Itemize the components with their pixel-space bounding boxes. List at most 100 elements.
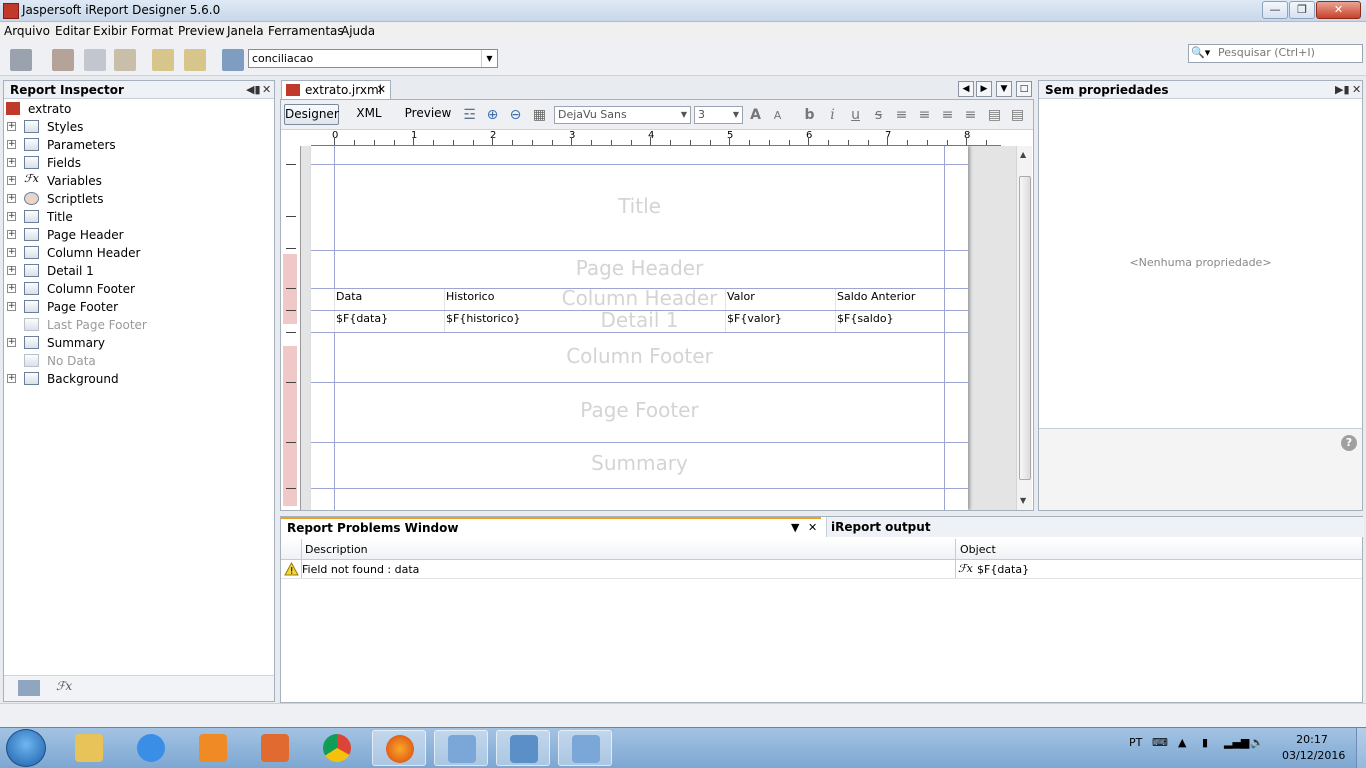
search-input[interactable]: 🔍▾ Pesquisar (Ctrl+I) xyxy=(1188,44,1363,63)
help-icon[interactable]: ? xyxy=(1341,435,1357,451)
save-all-icon[interactable] xyxy=(10,49,32,71)
expand-icon[interactable]: + xyxy=(7,338,16,347)
battery-icon[interactable]: ▮ xyxy=(1202,736,1208,749)
keyboard-icon[interactable]: ⌨ xyxy=(1152,736,1168,749)
editor-vertical-scrollbar[interactable]: ▲ ▼ xyxy=(1016,146,1032,510)
detail-field-historico[interactable]: $F{historico} xyxy=(444,311,725,332)
scroll-right-icon[interactable]: ▶ xyxy=(976,81,992,97)
column-header-data[interactable]: Data xyxy=(334,289,444,310)
align-right-icon[interactable]: ≡ xyxy=(962,107,979,124)
strikethrough-icon[interactable]: s xyxy=(870,107,887,124)
column-header-saldo[interactable]: Saldo Anterior xyxy=(835,289,944,310)
tree-item-last-page-footer[interactable]: Last Page Footer xyxy=(3,316,273,334)
increase-font-icon[interactable]: A xyxy=(747,107,764,124)
scroll-up-icon[interactable]: ▲ xyxy=(1020,150,1026,159)
cut-icon[interactable] xyxy=(52,49,74,71)
signal-icon[interactable]: ▂▄▆ xyxy=(1224,736,1249,749)
table-row[interactable]: Field not found : data ℱx $F{data} xyxy=(281,560,1362,579)
expand-icon[interactable]: + xyxy=(7,122,16,131)
expand-icon[interactable]: + xyxy=(7,248,16,257)
expand-icon[interactable]: + xyxy=(7,302,16,311)
taskbar-ireport[interactable] xyxy=(496,730,550,766)
italic-icon[interactable]: i xyxy=(824,107,841,124)
taskbar-explorer[interactable] xyxy=(62,730,116,766)
menu-arquivo[interactable]: Arquivo xyxy=(4,24,50,38)
detail-field-data[interactable]: $F{data} xyxy=(334,311,444,332)
minimize-panel-icon[interactable]: ▶▮ xyxy=(1335,81,1350,99)
fx-icon[interactable]: ℱx xyxy=(56,679,72,693)
detail-field-saldo[interactable]: $F{saldo} xyxy=(835,311,944,332)
taskbar-firefox[interactable] xyxy=(372,730,426,766)
close-tab-icon[interactable]: ✕ xyxy=(377,81,386,99)
detail-field-valor[interactable]: $F{valor} xyxy=(725,311,835,332)
chevron-down-icon[interactable]: ▼ xyxy=(481,50,497,67)
scroll-left-icon[interactable]: ◀ xyxy=(958,81,974,97)
menu-ferramentas[interactable]: Ferramentas xyxy=(268,24,344,38)
tree-item-fields[interactable]: + Fields xyxy=(3,154,273,172)
tree-item-parameters[interactable]: + Parameters xyxy=(3,136,273,154)
minimize-panel-icon[interactable]: ▼ xyxy=(791,519,799,537)
tab-report-problems[interactable]: Report Problems Window ▼ ✕ xyxy=(281,517,821,537)
tree-item-page-footer[interactable]: + Page Footer xyxy=(3,298,273,316)
tree-item-scriptlets[interactable]: + Scriptlets xyxy=(3,190,273,208)
tree-item-detail-1[interactable]: + Detail 1 xyxy=(3,262,273,280)
expand-icon[interactable]: + xyxy=(7,158,16,167)
close-panel-icon[interactable]: ✕ xyxy=(1352,81,1361,99)
tree-item-styles[interactable]: + Styles xyxy=(3,118,273,136)
menu-preview[interactable]: Preview xyxy=(178,24,225,38)
align-center-icon[interactable]: ≡ xyxy=(939,107,956,124)
align-icon[interactable]: ▦ xyxy=(531,107,548,124)
tree-item-variables[interactable]: + ℱx Variables xyxy=(3,172,273,190)
taskbar-virtualbox[interactable] xyxy=(434,730,488,766)
expand-icon[interactable]: + xyxy=(7,212,16,221)
editor-tab-extrato[interactable]: extrato.jrxml ✕ xyxy=(281,80,391,99)
scroll-thumb[interactable] xyxy=(1019,176,1031,480)
font-name-select[interactable]: DejaVu Sans ▼ xyxy=(554,106,691,124)
expand-icon[interactable]: + xyxy=(7,284,16,293)
column-header-historico[interactable]: Historico xyxy=(444,289,725,310)
maximize-editor-icon[interactable]: □ xyxy=(1016,81,1032,97)
taskbar-ie[interactable] xyxy=(124,730,178,766)
taskbar-media-player[interactable] xyxy=(186,730,240,766)
minimize-button[interactable]: — xyxy=(1262,1,1288,19)
zoom-in-icon[interactable]: ⊕ xyxy=(484,107,501,124)
column-description[interactable]: Description xyxy=(305,543,368,556)
search-icon[interactable]: 🔍▾ xyxy=(1191,46,1213,62)
taskbar-virtualbox-2[interactable] xyxy=(558,730,612,766)
menu-exibir[interactable]: Exibir xyxy=(93,24,127,38)
tab-xml[interactable]: XML xyxy=(351,104,387,125)
menu-format[interactable]: Format xyxy=(131,24,173,38)
underline-icon[interactable]: u xyxy=(847,107,864,124)
datasource-icon[interactable] xyxy=(222,49,244,71)
taskbar-chrome[interactable] xyxy=(310,730,364,766)
column-object[interactable]: Object xyxy=(960,543,996,556)
expand-icon[interactable]: + xyxy=(7,194,16,203)
minimize-panel-icon[interactable]: ◀▮ xyxy=(246,81,261,99)
tree-item-background[interactable]: + Background xyxy=(3,370,273,388)
undo-icon[interactable] xyxy=(152,49,174,71)
align-middle-icon[interactable]: ▤ xyxy=(1009,107,1026,124)
decrease-font-icon[interactable]: A xyxy=(769,107,786,124)
band-page-header[interactable]: Page Header xyxy=(311,256,968,280)
menu-editar[interactable]: Editar xyxy=(55,24,91,38)
band-page-footer[interactable]: Page Footer xyxy=(311,398,968,422)
menu-ajuda[interactable]: Ajuda xyxy=(341,24,375,38)
align-justify-icon[interactable]: ≡ xyxy=(916,107,933,124)
parameters-icon[interactable] xyxy=(18,680,40,696)
expand-icon[interactable]: + xyxy=(7,140,16,149)
start-button[interactable] xyxy=(6,729,46,767)
column-header-valor[interactable]: Valor xyxy=(725,289,835,310)
design-canvas[interactable]: Title Page Header Column Header Detail 1… xyxy=(301,146,1016,510)
tree-item-title[interactable]: + Title xyxy=(3,208,273,226)
show-desktop-button[interactable] xyxy=(1356,728,1366,768)
taskbar-app[interactable] xyxy=(248,730,302,766)
language-indicator[interactable]: PT xyxy=(1129,736,1142,749)
tab-preview[interactable]: Preview xyxy=(403,104,453,125)
tree-item-summary[interactable]: + Summary xyxy=(3,334,273,352)
maximize-button[interactable]: ❐ xyxy=(1289,1,1315,19)
scroll-down-icon[interactable]: ▼ xyxy=(1020,496,1026,505)
tree-item-page-header[interactable]: + Page Header xyxy=(3,226,273,244)
close-panel-icon[interactable]: ✕ xyxy=(808,519,817,537)
tree-root[interactable]: extrato xyxy=(3,100,273,118)
align-top-icon[interactable]: ▤ xyxy=(986,107,1003,124)
